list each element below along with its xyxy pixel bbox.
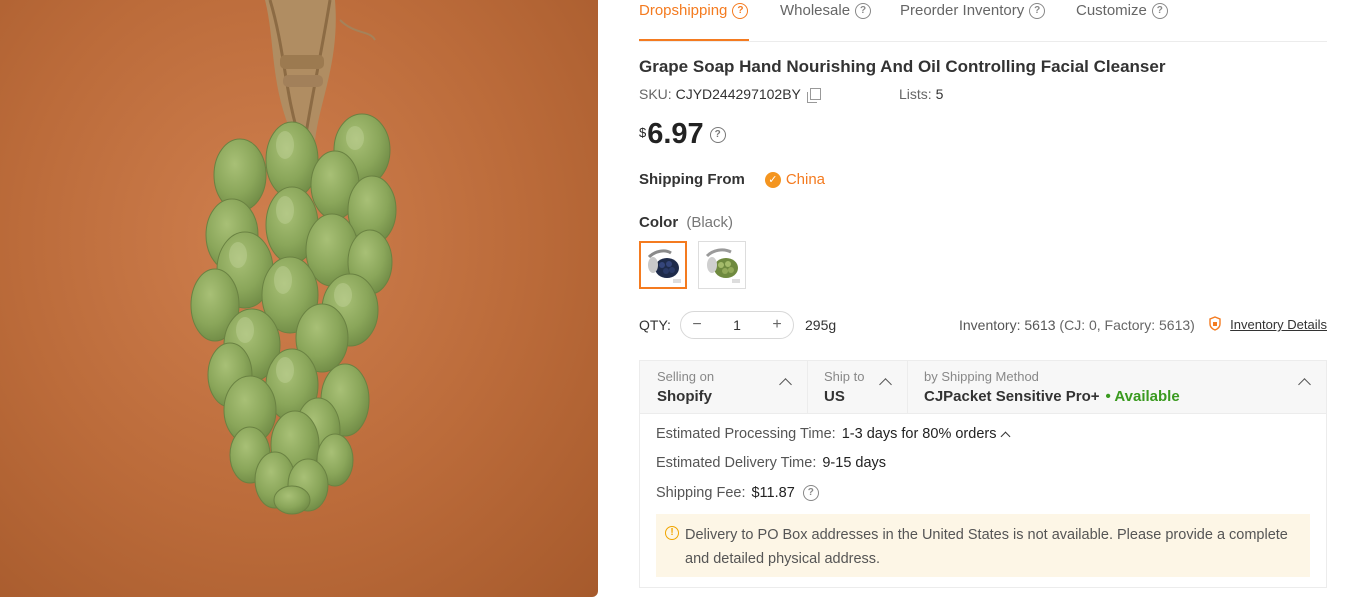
tab-dropshipping[interactable]: Dropshipping ?: [639, 2, 749, 19]
ship-to-value: US: [824, 388, 845, 405]
color-selected-value: (Black): [686, 214, 734, 231]
tab-label: Preorder Inventory: [900, 2, 1025, 19]
check-circle-icon: ✓: [764, 171, 781, 188]
warning-icon: !: [665, 526, 679, 540]
lists-count: Lists: 5: [899, 86, 943, 102]
availability-status: • Available: [1105, 388, 1180, 405]
quantity-input[interactable]: [715, 316, 759, 334]
help-icon[interactable]: ?: [855, 2, 872, 19]
quantity-stepper: − +: [680, 311, 794, 339]
color-label: Color: [639, 214, 679, 231]
inventory-shield-icon: [1209, 316, 1221, 331]
tab-label: Dropshipping: [639, 2, 728, 19]
lists-label: Lists:: [899, 86, 932, 102]
sku-value: CJYD244297102BY: [675, 86, 801, 102]
help-icon[interactable]: ?: [802, 485, 819, 501]
delivery-time-row: Estimated Delivery Time: 9-15 days: [656, 455, 886, 471]
shipping-from-option[interactable]: China: [786, 171, 825, 188]
quantity-row: QTY: − + 295g Inventory: 5613 (CJ: 0, Fa…: [639, 311, 1327, 340]
inventory-label: Inventory:: [959, 317, 1021, 333]
po-box-notice: ! Delivery to PO Box addresses in the Un…: [656, 514, 1310, 577]
shipping-from-row: Shipping From ✓ China: [639, 171, 825, 188]
plus-icon[interactable]: +: [767, 315, 787, 335]
minus-icon[interactable]: −: [687, 315, 707, 335]
color-swatch-black[interactable]: [639, 241, 687, 289]
tab-preorder-inventory[interactable]: Preorder Inventory ?: [900, 2, 1046, 19]
inventory-count: 5613: [1024, 317, 1056, 333]
green-soap-thumbnail: [705, 248, 740, 283]
processing-time-label: Estimated Processing Time:: [656, 426, 836, 442]
active-tab-indicator: [639, 39, 749, 41]
shipping-estimate-panel: Selling on Shopify Ship to US by Shippin…: [639, 360, 1327, 588]
shipping-from-label: Shipping From: [639, 171, 745, 188]
help-icon[interactable]: ?: [732, 2, 749, 19]
copy-icon[interactable]: [806, 88, 821, 103]
chevron-up-icon: [1298, 378, 1311, 391]
currency-symbol: $: [639, 125, 647, 140]
selling-on-value: Shopify: [657, 388, 712, 405]
tab-label: Customize: [1076, 2, 1147, 19]
shipping-method-value: CJPacket Sensitive Pro+ • Available: [924, 388, 1180, 405]
notice-text: Delivery to PO Box addresses in the Unit…: [685, 527, 1288, 567]
processing-time-row: Estimated Processing Time: 1-3 days for …: [656, 426, 1011, 442]
product-detail-panel: Dropshipping ? Wholesale ? Preorder Inve…: [639, 0, 1327, 597]
quantity-label: QTY:: [639, 317, 671, 333]
tab-wholesale[interactable]: Wholesale ?: [780, 2, 872, 19]
grape-soap-illustration: [190, 0, 397, 515]
help-icon[interactable]: ?: [709, 127, 726, 143]
help-icon[interactable]: ?: [1029, 2, 1046, 19]
shipping-fee-label: Shipping Fee:: [656, 485, 746, 501]
price-value: 6.97: [647, 118, 704, 150]
sku-label: SKU:: [639, 86, 672, 102]
purchase-mode-tabs: Dropshipping ? Wholesale ? Preorder Inve…: [639, 0, 1327, 42]
black-soap-thumbnail: [647, 249, 681, 283]
selling-on-label: Selling on: [657, 369, 715, 384]
inventory-info: Inventory: 5613 (CJ: 0, Factory: 5613): [959, 317, 1195, 333]
chevron-up-icon: [779, 378, 792, 391]
product-weight: 295g: [805, 317, 837, 333]
help-icon[interactable]: ?: [1151, 2, 1168, 19]
tab-label: Wholesale: [780, 2, 851, 19]
lists-value: 5: [935, 86, 944, 102]
shipping-method-label: by Shipping Method: [924, 369, 1039, 384]
shipping-fee-value: $11.87: [751, 485, 795, 501]
price-row: $ 6.97 ?: [639, 118, 726, 151]
delivery-time-label: Estimated Delivery Time:: [656, 455, 817, 471]
shipping-fee-row: Shipping Fee: $11.87 ?: [656, 485, 819, 501]
product-main-image[interactable]: [0, 0, 598, 597]
shipping-method-select[interactable]: by Shipping Method CJPacket Sensitive Pr…: [907, 361, 1326, 413]
inventory-details-link[interactable]: Inventory Details: [1230, 317, 1327, 332]
product-title: Grape Soap Hand Nourishing And Oil Contr…: [639, 57, 1166, 76]
inventory-breakdown: (CJ: 0, Factory: 5613): [1059, 317, 1195, 333]
processing-time-value: 1-3 days for 80% orders: [841, 426, 997, 442]
chevron-up-icon[interactable]: [1001, 431, 1011, 441]
ship-to-label: Ship to: [824, 369, 865, 384]
ship-to-select[interactable]: Ship to US: [807, 361, 908, 413]
chevron-up-icon: [879, 378, 892, 391]
delivery-time-value: 9-15 days: [822, 455, 887, 471]
shipping-selectors: Selling on Shopify Ship to US by Shippin…: [640, 361, 1326, 414]
tab-customize[interactable]: Customize ?: [1076, 2, 1168, 19]
selling-on-select[interactable]: Selling on Shopify: [640, 361, 808, 413]
color-swatch-green[interactable]: [698, 241, 746, 289]
color-row: Color (Black): [639, 214, 733, 231]
shipping-method-name: CJPacket Sensitive Pro+: [924, 388, 1100, 405]
sku-row: SKU: CJYD244297102BY: [639, 86, 821, 103]
